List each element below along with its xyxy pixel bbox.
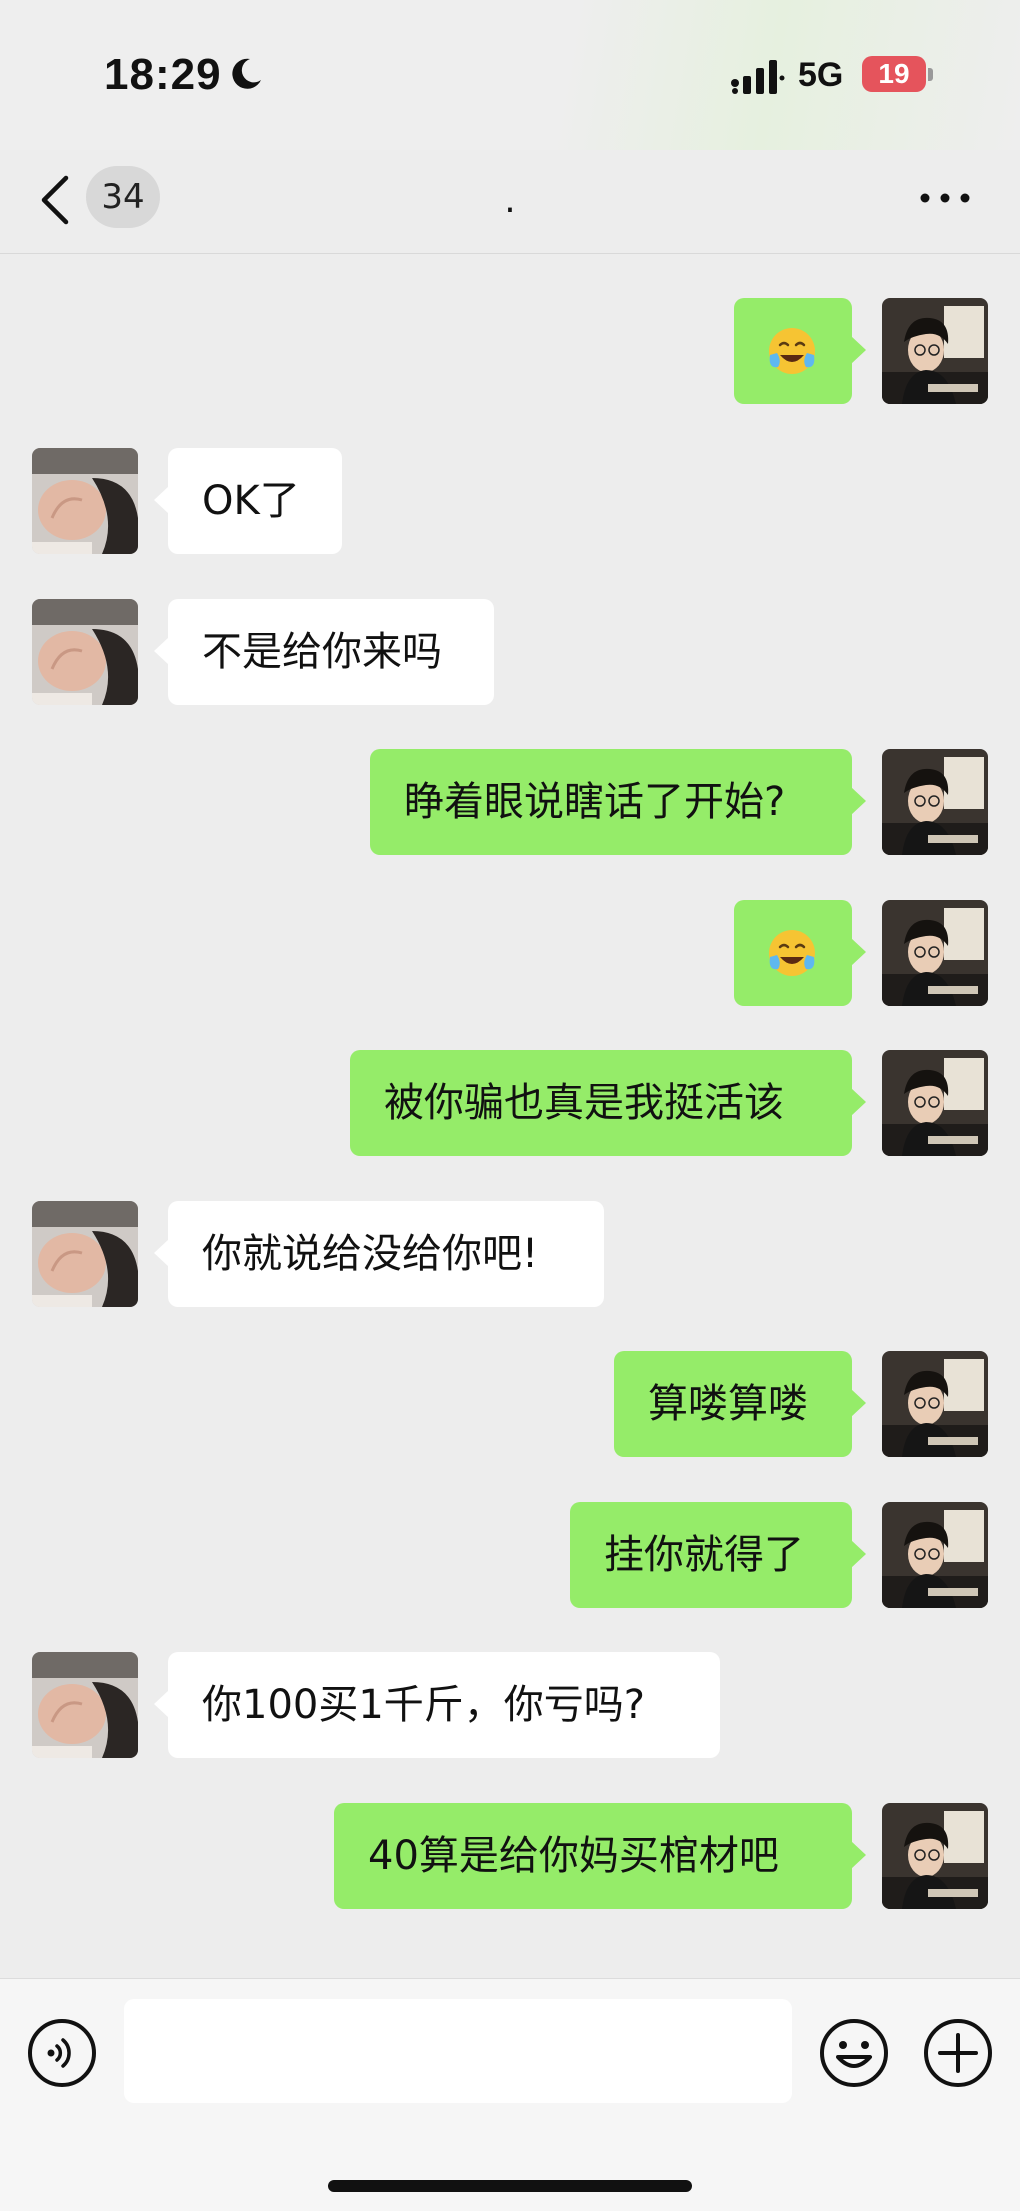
battery-nub [928,68,933,81]
battery-level: 19 [878,58,910,89]
back-icon[interactable] [38,174,74,226]
avatar-contact[interactable] [32,448,138,554]
message-text: 你100买1千斤，你亏吗? [202,1682,646,1728]
message-row-sent [0,297,1020,406]
message-bubble[interactable]: 睁着眼说瞎话了开始? [370,749,866,855]
message-bubble[interactable] [734,297,866,404]
avatar-self[interactable] [882,1050,988,1156]
network-label: 5G [798,56,844,94]
message-bubble[interactable]: 挂你就得了 [570,1501,866,1608]
message-row-sent: 睁着眼说瞎话了开始? [0,749,1020,857]
message-row-sent [0,899,1020,1008]
message-text: 挂你就得了 [604,1531,804,1578]
message-text: 40算是给你妈买棺材吧 [368,1832,779,1879]
signal-icon [731,60,785,94]
status-time: 18:29 [104,50,222,99]
plus-icon[interactable] [922,2017,994,2089]
message-row-received: OK了 [0,448,1020,556]
input-bar [0,1978,1020,2211]
avatar-self[interactable] [882,1802,988,1909]
message-text: 被你骗也真是我挺活该 [384,1080,784,1126]
voice-icon[interactable] [26,2017,98,2089]
moon-icon [232,58,261,89]
message-input[interactable] [124,1999,792,2103]
more-icon[interactable] [918,188,972,208]
message-row-sent: 40算是给你妈买棺材吧 [0,1802,1020,1911]
avatar-contact[interactable] [32,1200,138,1307]
avatar-contact[interactable] [32,1652,138,1758]
crying-laughing-emoji-icon [769,929,815,976]
message-row-received: 你100买1千斤，你亏吗? [0,1652,1020,1760]
avatar-self[interactable] [882,749,988,855]
message-bubble[interactable]: 被你骗也真是我挺活该 [350,1050,866,1156]
message-bubble[interactable]: 你就说给没给你吧! [154,1200,604,1307]
avatar-self[interactable] [882,899,988,1006]
crying-laughing-emoji-icon [769,327,815,374]
message-text: OK了 [202,478,300,524]
avatar-self[interactable] [882,1501,988,1608]
emoji-icon[interactable] [818,2017,890,2089]
unread-count-badge[interactable]: 34 [86,166,160,228]
message-bubble[interactable]: 不是给你来吗 [154,598,494,705]
message-bubble[interactable]: OK了 [154,448,342,554]
battery-charging-icon: 19 [862,56,926,92]
home-indicator [328,2180,692,2192]
message-row-received: 不是给你来吗 [0,598,1020,707]
message-bubble[interactable] [734,899,866,1006]
message-row-sent: 被你骗也真是我挺活该 [0,1050,1020,1158]
message-text: 你就说给没给你吧! [202,1230,539,1277]
chat-area[interactable]: OK了不是给你来吗睁着眼说瞎话了开始? 被你骗也真是我挺活该你就说给没给你吧! 算喽… [0,255,1020,1977]
message-text: 睁着眼说瞎话了开始? [404,779,786,825]
avatar-contact[interactable] [32,598,138,705]
nav-bar: 34 . [0,150,1020,254]
message-bubble[interactable]: 40算是给你妈买棺材吧 [334,1802,866,1909]
message-text: 算喽算喽 [648,1381,808,1427]
message-text: 不是给你来吗 [202,628,442,675]
chat-title: . [504,180,516,221]
message-row-sent: 算喽算喽 [0,1351,1020,1459]
message-row-sent: 挂你就得了 [0,1501,1020,1610]
avatar-self[interactable] [882,297,988,404]
message-row-received: 你就说给没给你吧! [0,1200,1020,1309]
avatar-self[interactable] [882,1351,988,1457]
message-bubble[interactable]: 你100买1千斤，你亏吗? [154,1652,720,1758]
status-bar: 18:29 5G 19 [0,0,1020,150]
message-bubble[interactable]: 算喽算喽 [614,1351,866,1457]
